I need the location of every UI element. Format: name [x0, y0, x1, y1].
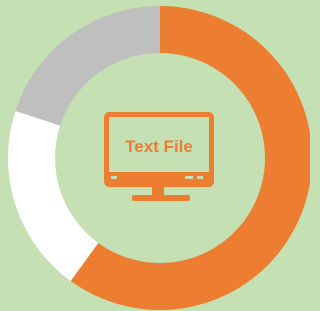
donut-slice-2	[7, 111, 99, 281]
monitor-icon	[104, 112, 214, 201]
donut-chart-stage: Text File	[0, 0, 310, 311]
monitor-stand	[132, 195, 190, 201]
center-label: Text File	[125, 137, 193, 156]
monitor-bezel	[106, 172, 212, 184]
monitor-neck	[152, 184, 164, 196]
donut-chart: Text File	[7, 6, 310, 310]
monitor-button-left	[111, 176, 117, 179]
monitor-button-right-1	[185, 176, 193, 179]
monitor-button-right-2	[197, 176, 203, 179]
donut-slice-3	[15, 6, 161, 126]
donut-slices	[7, 6, 310, 310]
